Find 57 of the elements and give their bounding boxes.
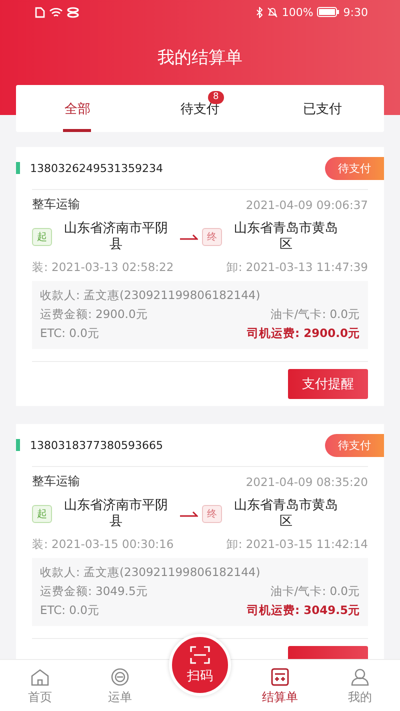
driver-fee: 司机运费: 3049.5元 <box>247 603 360 618</box>
destination-address: 山东省青岛市黄岛区 <box>233 498 339 530</box>
load-time: 装: 2021-03-15 00:30:16 <box>32 537 174 552</box>
unload-time: 卸: 2021-03-13 11:47:39 <box>226 260 368 275</box>
wifi-icon <box>49 6 63 18</box>
status-tag: 待支付 <box>325 434 384 456</box>
transport-type: 整车运输 <box>32 473 80 490</box>
battery-percent: 100% <box>282 6 314 18</box>
freight-amount: 运费金额: 3049.5元 <box>40 584 148 599</box>
tab[interactable]: 全部 <box>16 85 139 132</box>
scan-button[interactable]: 扫码 <box>169 634 231 696</box>
order-number: 1380326249531359234 <box>30 162 164 174</box>
etc-amount: ETC: 0.0元 <box>40 326 100 341</box>
calculator-icon <box>270 668 290 686</box>
payee: 收款人: 孟文惠(230921199806182144) <box>40 565 260 580</box>
end-tag: 终 <box>202 228 222 246</box>
payment-reminder-button[interactable]: 支付提醒 <box>288 369 368 399</box>
house-icon <box>30 668 50 686</box>
order-number: 1380318377380593665 <box>30 438 164 452</box>
start-tag: 起 <box>32 228 52 246</box>
etc-amount: ETC: 0.0元 <box>40 603 100 618</box>
person-icon <box>350 668 370 686</box>
accent-bar <box>16 162 20 174</box>
battery-icon <box>317 7 340 17</box>
start-tag: 起 <box>32 505 52 523</box>
origin-address: 山东省济南市平阴县 <box>63 221 169 253</box>
tab[interactable]: 已支付 <box>261 85 384 132</box>
signal-icon <box>67 6 79 18</box>
accent-bar <box>16 439 20 451</box>
driver-fee: 司机运费: 2900.0元 <box>247 326 360 341</box>
unload-time: 卸: 2021-03-15 11:42:14 <box>226 537 368 552</box>
freight-amount: 运费金额: 2900.0元 <box>40 307 148 322</box>
nav-item[interactable]: 我的 <box>320 660 400 711</box>
transport-type: 整车运输 <box>32 196 80 213</box>
fuel-card-amount: 油卡/气卡: 0.0元 <box>270 307 360 322</box>
load-time: 装: 2021-03-13 02:58:22 <box>32 260 174 275</box>
status-tag: 待支付 <box>325 156 384 180</box>
fuel-card-amount: 油卡/气卡: 0.0元 <box>270 584 360 599</box>
nav-item[interactable]: 首页 <box>0 660 80 711</box>
end-tag: 终 <box>202 505 222 523</box>
clock: 9:30 <box>343 6 368 18</box>
tab[interactable]: 待支付 8 <box>138 85 262 132</box>
nav-item[interactable]: 结算单 <box>240 660 320 711</box>
origin-address: 山东省济南市平阴县 <box>63 498 169 530</box>
count-badge: 8 <box>208 91 224 104</box>
created-time: 2021-04-09 09:06:37 <box>246 198 368 212</box>
bell-off-icon <box>266 6 278 18</box>
tab-underline <box>63 129 92 132</box>
bluetooth-icon <box>256 6 263 18</box>
disc-icon <box>110 668 130 686</box>
scan-icon <box>190 646 210 664</box>
payee: 收款人: 孟文惠(230921199806182144) <box>40 288 260 303</box>
destination-address: 山东省青岛市黄岛区 <box>233 221 339 253</box>
nav-item[interactable]: 运单 <box>80 660 160 711</box>
sim-icon <box>35 6 45 18</box>
created-time: 2021-04-09 08:35:20 <box>246 474 368 488</box>
page-title: 我的结算单 <box>156 47 244 69</box>
